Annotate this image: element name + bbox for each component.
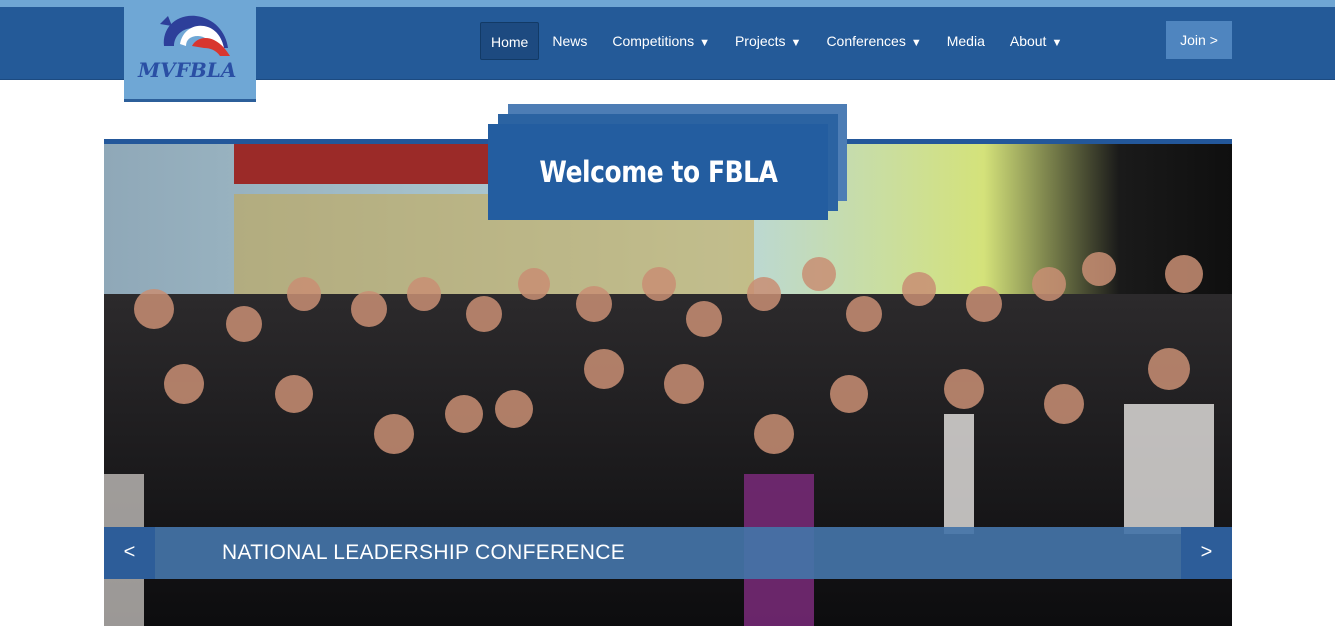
nav-home[interactable]: Home: [480, 22, 540, 60]
chevron-down-icon: ▼: [699, 37, 710, 49]
nav-news-label: News: [552, 33, 588, 49]
nav-about[interactable]: About ▼: [998, 22, 1074, 60]
slide-caption: NATIONAL LEADERSHIP CONFERENCE: [222, 541, 626, 564]
nav-projects-label: Projects: [734, 33, 786, 49]
join-button[interactable]: Join >: [1166, 21, 1232, 59]
chevron-down-icon: ▼: [910, 37, 922, 49]
main-nav: Home News Competitions ▼ Projects ▼ Confer…: [480, 21, 1075, 61]
nav-about-label: About: [1009, 33, 1047, 49]
logo-text: MVFBLA: [138, 58, 237, 82]
nav-media-label: Media: [946, 33, 985, 49]
chevron-down-icon: ▼: [790, 37, 802, 49]
nav-projects[interactable]: Projects ▼: [723, 22, 813, 60]
nav-conferences[interactable]: Conferences ▼: [814, 22, 933, 60]
site-logo[interactable]: MVFBLA: [124, 0, 256, 102]
mustang-logo-icon: [160, 15, 230, 56]
nav-competitions[interactable]: Competitions ▼: [600, 22, 722, 60]
slider-next-button[interactable]: >: [1181, 527, 1232, 579]
slide-caption-bar: < NATIONAL LEADERSHIP CONFERENCE >: [104, 527, 1232, 579]
welcome-title: Welcome to FBLA: [538, 155, 778, 189]
nav-competitions-label: Competitions: [612, 33, 695, 49]
welcome-banner: Welcome to FBLA: [488, 124, 828, 220]
nav-home-label: Home: [491, 34, 529, 50]
nav-conferences-label: Conferences: [826, 33, 906, 49]
nav-media[interactable]: Media: [935, 22, 997, 60]
nav-news[interactable]: News: [540, 22, 599, 60]
chevron-down-icon: ▼: [1051, 37, 1063, 49]
slider-prev-button[interactable]: <: [104, 527, 155, 579]
